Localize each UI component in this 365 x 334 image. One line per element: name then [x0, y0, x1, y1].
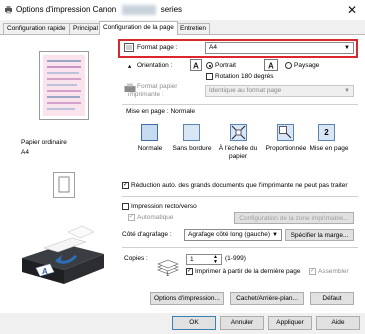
- tab-page-setup[interactable]: Configuration de la page: [99, 21, 178, 35]
- collate-label: Assembler: [318, 268, 349, 275]
- print-options-button[interactable]: Options d'impression...: [150, 292, 224, 305]
- svg-text:A: A: [42, 267, 48, 276]
- redacted-model-name: [122, 5, 156, 15]
- collate-checkbox[interactable]: ✓: [309, 268, 316, 275]
- scaled-arrow-icon: [279, 126, 292, 139]
- page-size-value: A4: [209, 44, 217, 51]
- svg-text:A: A: [268, 62, 274, 71]
- copies-icon: 1: [157, 259, 179, 278]
- fit-arrows-icon: [231, 125, 246, 140]
- landscape-orientation-icon: A: [264, 59, 278, 71]
- cancel-button[interactable]: Annuler: [220, 316, 264, 330]
- orientation-bullet: ▴: [128, 63, 132, 70]
- portrait-orientation-icon: A: [190, 59, 202, 71]
- window-title-prefix: Options d'impression Canon: [16, 5, 117, 14]
- auto-duplex-label: Automatique: [137, 214, 174, 221]
- copies-value: 1: [190, 256, 194, 263]
- portrait-radio[interactable]: [206, 62, 213, 69]
- layout-option-borderless[interactable]: Sans bordure: [170, 145, 214, 153]
- copies-input[interactable]: 1 ▲ ▼: [186, 254, 222, 265]
- page-size-select[interactable]: A4 ▼: [205, 42, 354, 54]
- auto-duplex-checkbox[interactable]: ✓: [128, 214, 135, 221]
- copies-label: Copies :: [124, 255, 148, 262]
- borderless-layout-icon[interactable]: [183, 124, 200, 141]
- rotate-180-checkbox[interactable]: [206, 73, 213, 80]
- printer-app-icon: [5, 6, 12, 14]
- stapling-select[interactable]: Agrafage côté long (gauche) ▼: [184, 229, 282, 241]
- printer-paper-label-1: Format papier: [137, 83, 178, 90]
- copies-range: (1-999): [225, 255, 246, 262]
- page-layout-icon[interactable]: 2: [318, 124, 335, 141]
- spinner-icon[interactable]: ▲ ▼: [213, 255, 218, 265]
- separator: [122, 196, 358, 197]
- printer-paper-value: Identique au format page: [209, 87, 282, 94]
- tab-quick-setup[interactable]: Configuration rapide: [3, 23, 70, 34]
- separator: [122, 104, 358, 105]
- reduce-large-checkbox[interactable]: ✓: [122, 182, 129, 189]
- tab-main[interactable]: Principal: [69, 23, 102, 34]
- last-page-first-label: Imprimer à partir de la dernière page: [195, 268, 301, 275]
- layout-label-text: Mise en page :: [126, 108, 169, 115]
- duplex-checkbox[interactable]: [122, 203, 129, 210]
- tab-maintenance[interactable]: Entretien: [176, 23, 211, 34]
- layout-label: Mise en page : Normale: [126, 108, 195, 115]
- layout-option-normal[interactable]: Normale: [134, 145, 166, 153]
- close-icon[interactable]: ✕: [344, 2, 360, 18]
- scaled-layout-icon[interactable]: [277, 124, 294, 141]
- layout-option-scaled[interactable]: Proportionnée: [261, 145, 311, 153]
- svg-text:A: A: [193, 62, 199, 71]
- page-preview: [39, 51, 89, 120]
- portrait-label: Portrait: [215, 62, 236, 69]
- printer-illustration: A: [22, 225, 104, 284]
- duplex-label: Impression recto/verso: [131, 203, 197, 210]
- rotate-180-label: Rotation 180 degrés: [215, 73, 274, 80]
- stamp-background-button[interactable]: Cachet/Arrière-plan...: [230, 292, 304, 305]
- layout-option-fit[interactable]: À l'échelle du papier: [216, 145, 260, 161]
- ok-button[interactable]: OK: [172, 316, 216, 330]
- stapling-value: Agrafage côté long (gauche): [188, 231, 271, 238]
- fit-to-page-icon[interactable]: [230, 124, 247, 141]
- printer-paper-select[interactable]: Identique au format page ▼: [205, 85, 354, 97]
- stapling-label: Côté d'agrafage :: [122, 231, 172, 238]
- print-area-button[interactable]: Configuration de la zone imprimable...: [234, 212, 354, 224]
- normal-layout-icon[interactable]: [141, 124, 158, 141]
- paper-type-label: Papier ordinaire: [21, 139, 67, 146]
- defaults-button[interactable]: Défaut: [310, 292, 354, 305]
- orientation-label: Orientation :: [137, 62, 173, 69]
- layout-value: Normale: [170, 108, 196, 115]
- paper-source-icon: [53, 172, 75, 198]
- page-layout-badge: 2: [324, 128, 329, 137]
- landscape-label: Paysage: [294, 62, 320, 69]
- chevron-down-icon: ▼: [344, 45, 350, 51]
- window-title-suffix: series: [160, 5, 183, 14]
- printer-paper-label-2: imprimante :: [128, 91, 164, 98]
- last-page-first-checkbox[interactable]: ✓: [186, 268, 193, 275]
- layout-option-page-layout[interactable]: Mise en page: [308, 145, 350, 153]
- paper-size-label: A4: [21, 149, 29, 156]
- window-title: Options d'impression Canon series: [16, 5, 182, 14]
- apply-button[interactable]: Appliquer: [268, 316, 312, 330]
- specify-margin-button[interactable]: Spécifier la marge...: [285, 229, 354, 241]
- reduce-large-label: Réduction auto. des grands documents que…: [131, 182, 348, 189]
- chevron-down-icon: ▼: [344, 88, 350, 94]
- landscape-radio[interactable]: [285, 62, 292, 69]
- page-size-label: Format page :: [137, 44, 178, 51]
- help-button[interactable]: Aide: [316, 316, 360, 330]
- chevron-down-icon: ▼: [272, 232, 278, 238]
- separator: [122, 247, 358, 248]
- page-size-icon: [124, 43, 134, 52]
